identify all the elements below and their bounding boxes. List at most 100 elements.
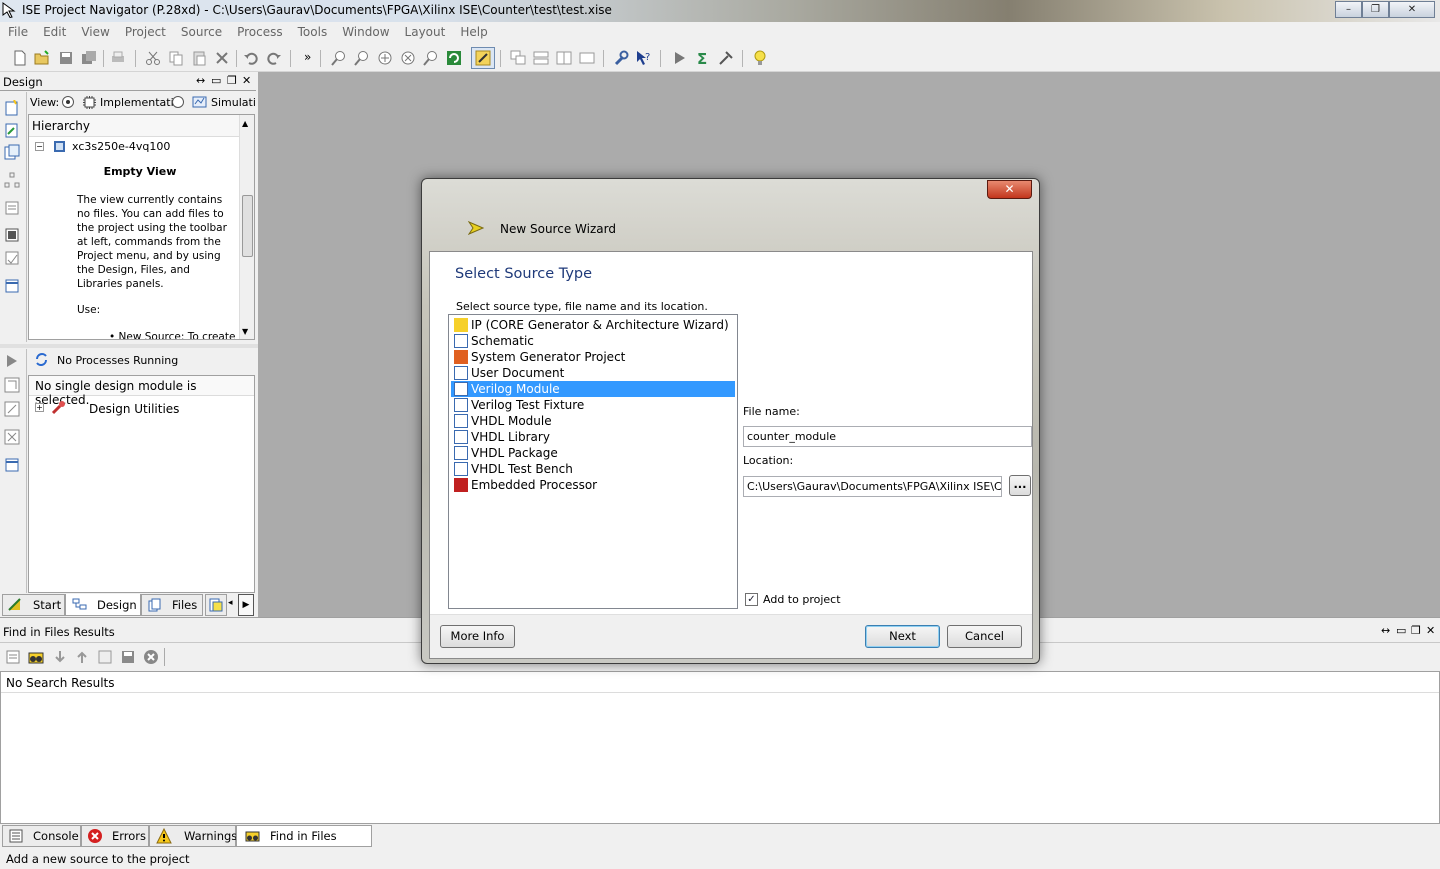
stop-process-icon[interactable] — [4, 429, 20, 445]
redo-icon[interactable] — [266, 50, 282, 66]
source-type-item[interactable]: Verilog Test Fixture — [451, 397, 735, 413]
implementation-radio[interactable] — [62, 96, 74, 108]
source-type-list[interactable]: IP (CORE Generator & Architecture Wizard… — [448, 314, 738, 609]
tab-find-in-files[interactable]: Find in Files Results — [236, 825, 372, 863]
delete-icon[interactable] — [214, 50, 230, 66]
new-file-icon[interactable] — [12, 50, 28, 66]
tile-vertical-icon[interactable] — [556, 50, 572, 66]
source-properties-icon[interactable] — [4, 200, 20, 216]
probe-icon[interactable] — [718, 50, 734, 66]
undo-icon[interactable] — [243, 50, 259, 66]
paste-icon[interactable] — [191, 50, 207, 66]
help-cursor-icon[interactable]: ? — [636, 50, 652, 66]
simulation-label[interactable]: Simulation — [211, 96, 256, 109]
menu-view[interactable]: View — [73, 22, 116, 39]
zoom-fit-icon[interactable] — [377, 50, 393, 66]
find-binoculars-icon[interactable] — [28, 649, 44, 665]
zoom-select-icon[interactable] — [423, 50, 439, 66]
sigma-icon[interactable]: Σ — [695, 50, 711, 66]
tab-libraries[interactable] — [205, 594, 227, 616]
float-panel-icon[interactable]: ↔ — [196, 74, 205, 87]
menu-tools[interactable]: Tools — [290, 22, 335, 39]
run-process-icon[interactable] — [4, 353, 20, 369]
tab-warnings[interactable]: Warnings — [149, 825, 237, 847]
add-to-project-label[interactable]: Add to project — [763, 593, 841, 606]
find-previous-icon[interactable] — [74, 649, 90, 665]
process-properties-icon[interactable] — [4, 457, 20, 473]
tab-start[interactable]: Start — [2, 594, 65, 616]
source-type-item[interactable]: User Document — [451, 365, 735, 381]
cancel-button[interactable]: Cancel — [947, 625, 1022, 648]
open-source-icon[interactable] — [4, 227, 20, 243]
hierarchy-view-icon[interactable] — [4, 172, 20, 188]
rerun-all-icon[interactable] — [4, 401, 20, 417]
next-button[interactable]: Next — [865, 625, 940, 648]
cascade-windows-icon[interactable] — [510, 50, 526, 66]
print-icon[interactable] — [110, 50, 126, 66]
refresh-icon[interactable] — [446, 50, 462, 66]
add-to-project-checkbox[interactable]: ✓ — [745, 593, 758, 606]
source-type-item[interactable]: VHDL Module — [451, 413, 735, 429]
file-name-input[interactable]: counter_module — [743, 426, 1032, 447]
hierarchy-scrollbar[interactable]: ▲ ▼ — [239, 115, 254, 339]
tile-horizontal-icon[interactable] — [533, 50, 549, 66]
tab-files[interactable]: Files — [141, 594, 203, 616]
source-type-item[interactable]: Embedded Processor — [451, 477, 735, 493]
properties-wrench-icon[interactable] — [613, 50, 629, 66]
find-close-icon[interactable]: ✕ — [1426, 624, 1435, 637]
tab-scroll-right-icon[interactable]: ▶ — [238, 594, 254, 616]
source-type-item[interactable]: System Generator Project — [451, 349, 735, 365]
find-minimize-icon[interactable]: ▭ — [1396, 624, 1406, 637]
tab-errors[interactable]: Errors — [81, 825, 149, 847]
zoom-full-icon[interactable] — [400, 50, 416, 66]
menu-window[interactable]: Window — [334, 22, 396, 39]
design-utilities-node[interactable]: Design Utilities — [89, 402, 179, 416]
save-icon[interactable] — [58, 50, 74, 66]
close-panel-icon[interactable]: ✕ — [242, 74, 251, 87]
source-type-item[interactable]: VHDL Library — [451, 429, 735, 445]
design-goals-icon[interactable] — [475, 50, 491, 66]
find-stop-icon[interactable] — [143, 649, 159, 665]
copy-icon[interactable] — [168, 50, 184, 66]
find-float-icon[interactable]: ↔ — [1381, 624, 1390, 637]
source-type-item[interactable]: IP (CORE Generator & Architecture Wizard… — [451, 317, 735, 333]
simulation-radio[interactable] — [172, 96, 184, 108]
run-icon[interactable] — [672, 50, 688, 66]
rerun-process-icon[interactable] — [4, 377, 20, 393]
implementation-label[interactable]: Implementation — [100, 96, 174, 109]
tab-console[interactable]: Console — [2, 825, 81, 847]
new-source-icon[interactable] — [4, 100, 20, 116]
collapse-toggle[interactable]: − — [35, 142, 44, 151]
open-folder-icon[interactable] — [34, 50, 50, 66]
dialog-close-button[interactable]: ✕ — [987, 180, 1032, 199]
maximize-panel-icon[interactable]: ❐ — [227, 74, 237, 87]
save-all-icon[interactable] — [81, 50, 97, 66]
source-type-item[interactable]: VHDL Test Bench — [451, 461, 735, 477]
tab-scroll-left-icon[interactable]: ◂ — [228, 598, 233, 608]
add-copy-source-icon[interactable] — [4, 144, 20, 160]
cut-icon[interactable] — [145, 50, 161, 66]
find-next-icon[interactable] — [52, 649, 68, 665]
location-input[interactable]: C:\Users\Gaurav\Documents\FPGA\Xilinx IS… — [743, 476, 1002, 497]
edit-source-icon[interactable] — [4, 250, 20, 266]
menu-project[interactable]: Project — [117, 22, 173, 39]
find-clear-icon[interactable] — [5, 649, 21, 665]
source-type-item[interactable]: Schematic — [451, 333, 735, 349]
toolbar-overflow-icon[interactable]: » — [304, 50, 311, 64]
add-source-icon[interactable] — [4, 122, 20, 138]
menu-source[interactable]: Source — [173, 22, 229, 39]
maximize-button[interactable]: ❐ — [1362, 1, 1389, 18]
find-maximize-icon[interactable]: ❐ — [1411, 624, 1421, 637]
minimize-button[interactable]: – — [1335, 1, 1362, 18]
tab-design[interactable]: Design — [65, 594, 141, 616]
source-type-item[interactable]: Verilog Module — [451, 381, 735, 397]
more-info-button[interactable]: More Info — [440, 625, 515, 648]
browse-button[interactable]: ... — [1009, 475, 1031, 496]
device-node[interactable]: xc3s250e-4vq100 — [72, 140, 170, 153]
zoom-out-icon[interactable] — [354, 50, 370, 66]
find-copy-icon[interactable] — [97, 649, 113, 665]
menu-layout[interactable]: Layout — [397, 22, 453, 39]
menu-help[interactable]: Help — [452, 22, 494, 39]
tip-lightbulb-icon[interactable] — [752, 50, 768, 66]
menu-edit[interactable]: Edit — [35, 22, 73, 39]
